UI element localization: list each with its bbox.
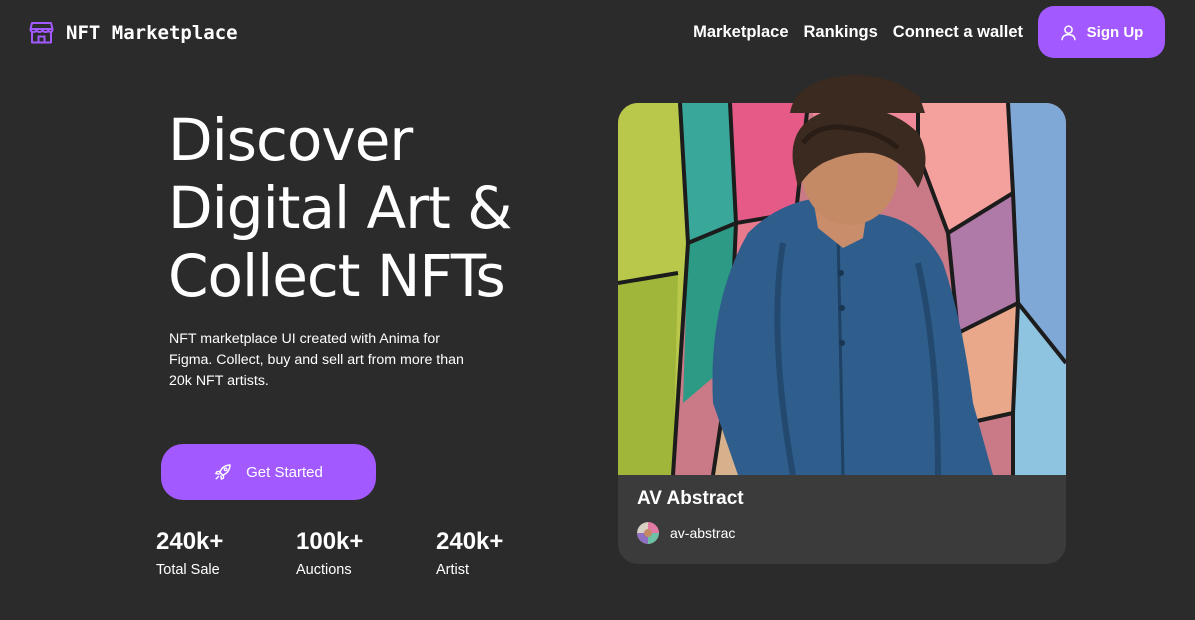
nav-links: Marketplace Rankings Connect a wallet Si… bbox=[693, 6, 1165, 58]
stat-total-sale: 240k+ Total Sale bbox=[156, 528, 296, 580]
nav-link-rankings[interactable]: Rankings bbox=[804, 23, 878, 42]
nav-link-connect-wallet[interactable]: Connect a wallet bbox=[893, 23, 1023, 42]
featured-nft-image[interactable] bbox=[618, 103, 1066, 475]
hero-description: NFT marketplace UI created with Anima fo… bbox=[169, 331, 464, 389]
artist-name: av-abstrac bbox=[670, 525, 736, 541]
artist-info[interactable]: av-abstrac bbox=[637, 522, 735, 544]
stat-label: Artist bbox=[436, 562, 470, 578]
artwork-overflow bbox=[790, 75, 925, 113]
stat-value: 240k+ bbox=[156, 528, 224, 555]
get-started-button[interactable]: Get Started bbox=[161, 444, 376, 500]
artwork-image bbox=[618, 103, 1066, 475]
hero-title-line-1: Discover bbox=[168, 106, 413, 174]
brand-name: NFT Marketplace bbox=[66, 21, 238, 44]
hero-title-line-2: Digital Art & bbox=[168, 174, 512, 242]
stat-artist: 240k+ Artist bbox=[436, 528, 556, 580]
rocket-icon bbox=[215, 464, 231, 480]
avatar bbox=[637, 522, 659, 544]
hero-title: Discover Digital Art & Collect NFTs bbox=[168, 106, 588, 310]
nft-title[interactable]: AV Abstract bbox=[637, 488, 744, 510]
stat-label: Auctions bbox=[296, 562, 352, 578]
stat-value: 240k+ bbox=[436, 528, 504, 555]
sign-up-button[interactable]: Sign Up bbox=[1038, 6, 1165, 58]
storefront-icon bbox=[29, 22, 54, 44]
stat-auctions: 100k+ Auctions bbox=[296, 528, 436, 580]
hero-title-line-3: Collect NFTs bbox=[168, 242, 506, 310]
stats-row: 240k+ Total Sale 100k+ Auctions 240k+ Ar… bbox=[156, 528, 556, 580]
sign-up-label: Sign Up bbox=[1086, 23, 1144, 41]
brand-logo[interactable]: NFT Marketplace bbox=[29, 20, 238, 45]
navbar: NFT Marketplace Marketplace Rankings Con… bbox=[0, 0, 1195, 64]
stat-label: Total Sale bbox=[156, 562, 220, 578]
stat-value: 100k+ bbox=[296, 528, 364, 555]
get-started-label: Get Started bbox=[246, 463, 323, 481]
nav-link-marketplace[interactable]: Marketplace bbox=[693, 23, 788, 42]
featured-nft-card[interactable]: AV Abstract av-abstrac bbox=[618, 103, 1066, 564]
user-icon bbox=[1060, 24, 1076, 40]
